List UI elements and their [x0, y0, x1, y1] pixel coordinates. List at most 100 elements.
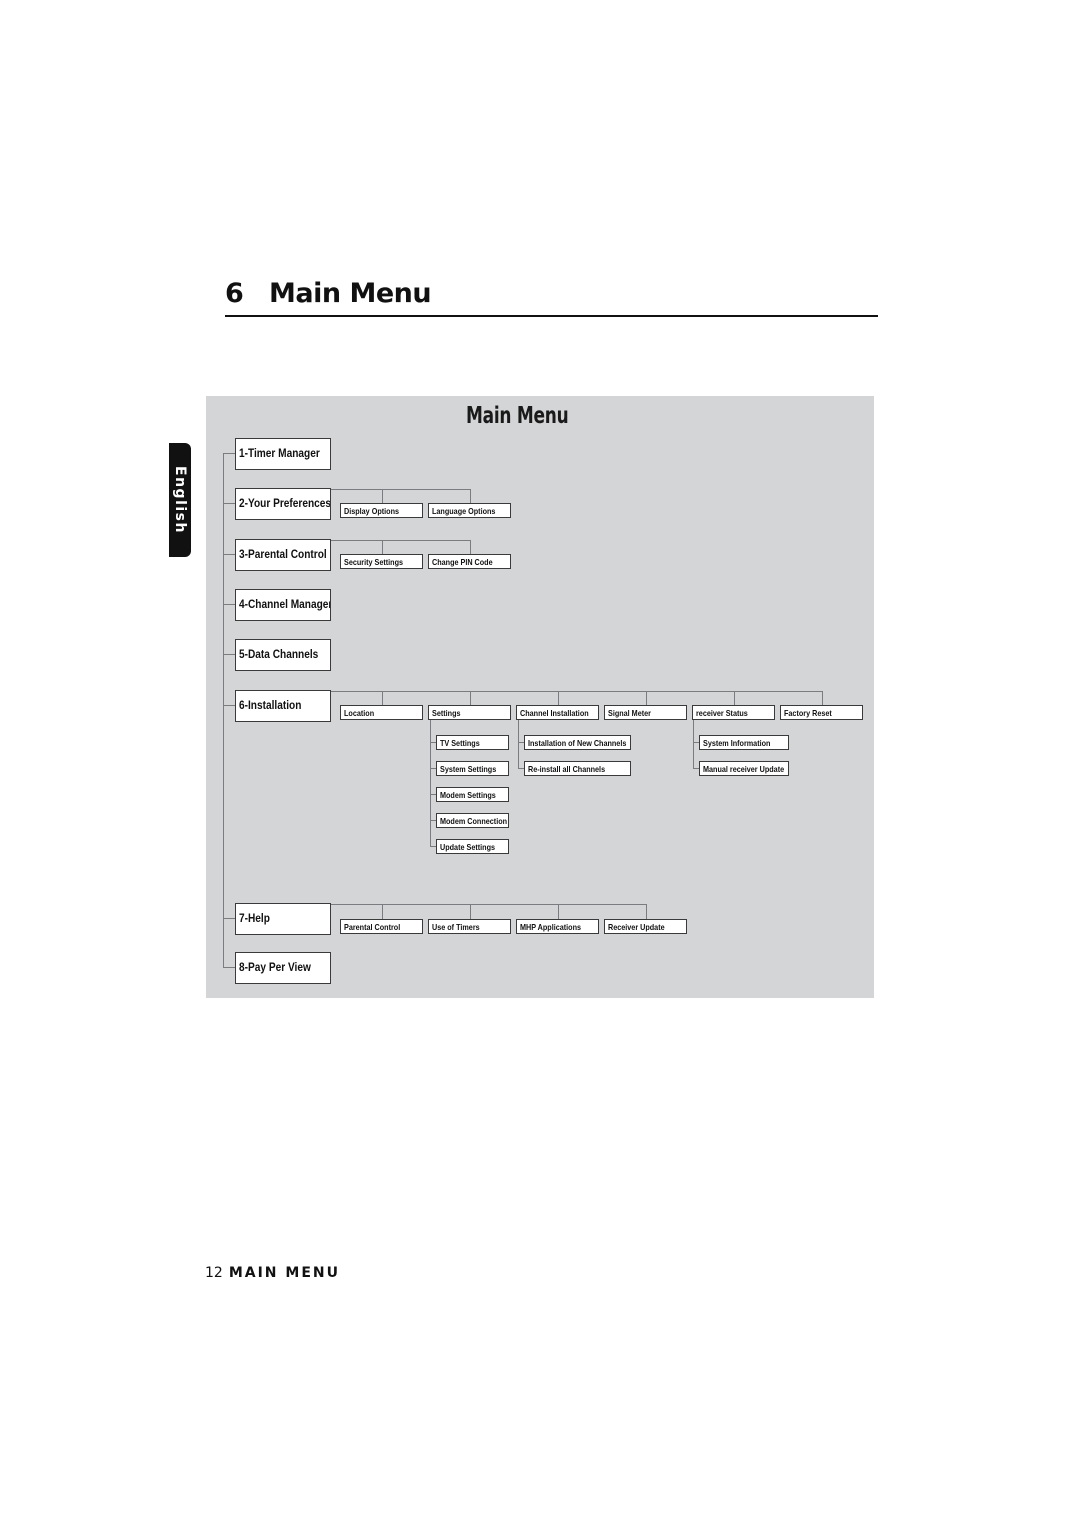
main-branch — [223, 654, 235, 655]
main-branch — [223, 918, 235, 919]
child-bus — [331, 540, 471, 541]
menu-item-5[interactable]: 5-Data Channels — [235, 639, 331, 671]
submenu-item[interactable]: Language Options — [428, 503, 511, 518]
section-title-text: Main Menu — [269, 278, 432, 309]
nested-menu-item[interactable]: Update Settings — [436, 839, 509, 854]
menu-item-5-label: 5-Data Channels — [239, 649, 319, 661]
submenu-item[interactable]: MHP Applications — [516, 919, 599, 934]
child-drop — [382, 489, 383, 503]
nested-menu-item[interactable]: System Settings — [436, 761, 509, 776]
submenu-item[interactable]: Use of Timers — [428, 919, 511, 934]
menu-item-2-label: 2-Your Preferences — [239, 498, 331, 510]
child-drop — [382, 904, 383, 919]
submenu-item-label: Location — [344, 707, 375, 718]
main-branch — [223, 503, 235, 504]
nested-menu-item[interactable]: Re-install all Channels — [524, 761, 631, 776]
child-drop — [558, 904, 559, 919]
nested-menu-item[interactable]: Manual receiver Update — [699, 761, 789, 776]
section-title: 6 Main Menu — [225, 278, 432, 309]
submenu-item[interactable]: Settings — [428, 705, 511, 720]
submenu-item-label: Receiver Update — [608, 921, 665, 932]
main-branch — [223, 967, 235, 968]
nested-menu-item-label: Modem Settings — [440, 789, 496, 800]
nested-menu-item-label: Modem Connection — [440, 815, 508, 826]
submenu-item[interactable]: Location — [340, 705, 423, 720]
nested-spine — [518, 720, 519, 768]
menu-item-1[interactable]: 1-Timer Manager — [235, 438, 331, 470]
menu-item-3[interactable]: 3-Parental Control — [235, 539, 331, 571]
nested-menu-item-label: System Settings — [440, 763, 497, 774]
menu-item-3-label: 3-Parental Control — [239, 549, 327, 561]
page-number: 12 — [205, 1265, 223, 1281]
submenu-item-label: Settings — [432, 707, 461, 718]
child-drop — [822, 691, 823, 705]
submenu-item[interactable]: Channel Installation — [516, 705, 599, 720]
submenu-item-label: MHP Applications — [520, 921, 582, 932]
submenu-item-label: receiver Status — [696, 707, 748, 718]
nested-menu-item[interactable]: Modem Connection — [436, 813, 509, 828]
menu-item-4-label: 4-Channel Manager — [239, 599, 331, 611]
submenu-item-label: Display Options — [344, 505, 400, 516]
menu-item-8[interactable]: 8-Pay Per View — [235, 952, 331, 984]
nested-menu-item[interactable]: Modem Settings — [436, 787, 509, 802]
nested-menu-item-label: Update Settings — [440, 841, 495, 852]
child-drop — [470, 904, 471, 919]
main-branch — [223, 453, 235, 454]
submenu-item-label: Use of Timers — [432, 921, 480, 932]
main-branch — [223, 554, 235, 555]
section-number: 6 — [225, 278, 244, 309]
child-drop — [470, 489, 471, 503]
submenu-item-label: Change PIN Code — [432, 556, 493, 567]
child-drop — [646, 691, 647, 705]
language-tab-label: English — [172, 466, 188, 534]
menu-item-8-label: 8-Pay Per View — [239, 962, 311, 974]
diagram-title: Main Menu — [466, 403, 569, 429]
language-tab: English — [169, 443, 191, 557]
child-drop — [646, 904, 647, 919]
submenu-item[interactable]: Security Settings — [340, 554, 423, 569]
nested-menu-item[interactable]: TV Settings — [436, 735, 509, 750]
main-branch — [223, 604, 235, 605]
submenu-item[interactable]: receiver Status — [692, 705, 775, 720]
menu-item-7[interactable]: 7-Help — [235, 903, 331, 935]
child-drop — [734, 691, 735, 705]
submenu-item-label: Channel Installation — [520, 707, 589, 718]
nested-menu-item-label: System Information — [703, 737, 771, 748]
main-branch — [223, 705, 235, 706]
nested-menu-item-label: Re-install all Channels — [528, 763, 606, 774]
menu-item-1-label: 1-Timer Manager — [239, 448, 320, 460]
menu-item-4[interactable]: 4-Channel Manager — [235, 589, 331, 621]
submenu-item[interactable]: Factory Reset — [780, 705, 863, 720]
child-drop — [470, 540, 471, 554]
nested-spine — [430, 720, 431, 846]
child-bus — [331, 904, 647, 905]
footer-label: MAIN MENU — [228, 1265, 340, 1281]
submenu-item[interactable]: Signal Meter — [604, 705, 687, 720]
tree-spine — [223, 453, 224, 968]
submenu-item-label: Parental Control — [344, 921, 401, 932]
menu-item-6-label: 6-Installation — [239, 700, 302, 712]
child-bus — [331, 691, 823, 692]
submenu-item[interactable]: Parental Control — [340, 919, 423, 934]
submenu-item[interactable]: Receiver Update — [604, 919, 687, 934]
menu-item-7-label: 7-Help — [239, 913, 270, 925]
child-bus — [331, 489, 471, 490]
submenu-item-label: Security Settings — [344, 556, 404, 567]
nested-menu-item-label: Installation of New Channels — [528, 737, 627, 748]
page-footer: 12 MAIN MENU — [205, 1265, 340, 1281]
menu-item-2[interactable]: 2-Your Preferences — [235, 488, 331, 520]
submenu-item-label: Factory Reset — [784, 707, 832, 718]
child-drop — [382, 691, 383, 705]
submenu-item-label: Language Options — [432, 505, 496, 516]
child-drop — [382, 540, 383, 554]
nested-spine — [693, 720, 694, 768]
child-drop — [558, 691, 559, 705]
child-drop — [470, 691, 471, 705]
menu-item-6[interactable]: 6-Installation — [235, 690, 331, 722]
nested-menu-item-label: TV Settings — [440, 737, 480, 748]
submenu-item[interactable]: Display Options — [340, 503, 423, 518]
nested-menu-item[interactable]: Installation of New Channels — [524, 735, 631, 750]
submenu-item[interactable]: Change PIN Code — [428, 554, 511, 569]
nested-menu-item[interactable]: System Information — [699, 735, 789, 750]
title-rule — [225, 315, 878, 317]
